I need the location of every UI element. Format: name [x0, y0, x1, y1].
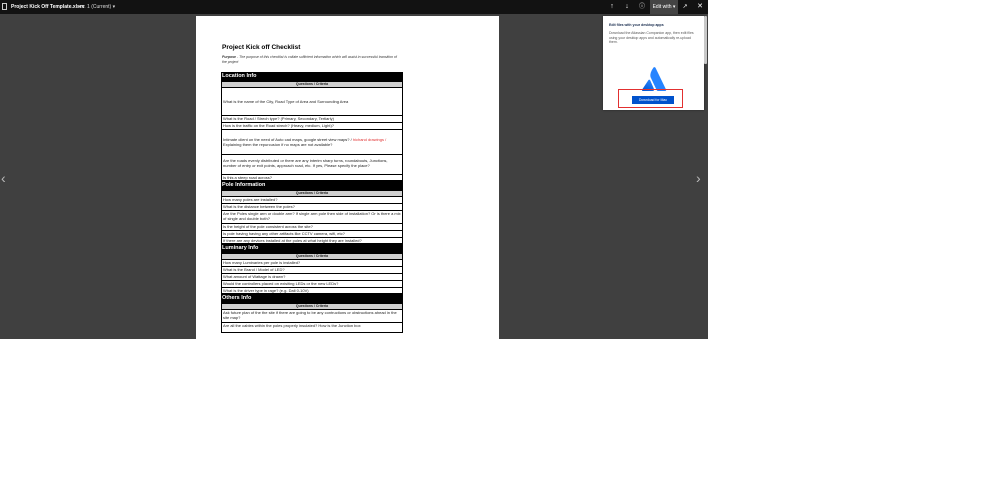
table-row: What amount of Wattage is drawn?: [221, 274, 403, 281]
viewer-toolbar: Project Kick Off Template.xlsm • v. 1 (C…: [0, 0, 708, 14]
document-purpose: Purpose - The purpose of this checklist …: [222, 55, 402, 64]
purpose-text: - The purpose of this checklist is colla…: [222, 55, 397, 64]
row-text-red: hichand drawings /: [352, 137, 387, 142]
document-page: Project Kick off Checklist Purpose - The…: [196, 16, 499, 339]
section-header-luminary: Luminary Info: [221, 244, 403, 253]
popup-heading: Edit files with your desktop apps: [609, 23, 664, 27]
column-header: Questions / Criteria: [221, 81, 403, 88]
checklist-sheet: Location Info Questions / Criteria What …: [221, 72, 403, 333]
table-row: How many poles are installed?: [221, 197, 403, 204]
table-row: Are all the cables within the poles prop…: [221, 323, 403, 333]
close-icon[interactable]: ✕: [695, 2, 705, 12]
table-row: Would the controllers placed on exisitin…: [221, 281, 403, 288]
open-external-icon[interactable]: ↗: [680, 2, 690, 12]
popup-body: Download the Atlassian Companion app, th…: [609, 31, 694, 44]
document-title: Project Kick off Checklist: [222, 44, 301, 51]
column-header: Questions / Criteria: [221, 303, 403, 310]
table-row: What is the name of the City, Road Type …: [221, 88, 403, 116]
table-row: Ask future plan of the the site if there…: [221, 310, 403, 323]
section-header-others: Others Info: [221, 294, 403, 303]
column-header: Questions / Criteria: [221, 190, 403, 197]
chevron-left-icon[interactable]: ‹: [1, 170, 6, 186]
section-header-location: Location Info: [221, 72, 403, 81]
file-icon: [2, 3, 7, 10]
table-row: Are the Poles single arm or double arm? …: [221, 211, 403, 224]
file-title: Project Kick Off Template.xlsm: [11, 4, 85, 10]
table-row: What is the distance between the poles?: [221, 204, 403, 211]
version-dropdown[interactable]: • v. 1 (Current) ▾: [79, 4, 115, 10]
table-row: Is pole having having any other artifact…: [221, 231, 403, 238]
table-row: Intimate client on the need of Auto cad …: [221, 130, 403, 155]
purpose-label: Purpose: [222, 55, 237, 59]
download-icon[interactable]: ↓: [622, 2, 632, 12]
edit-with-button[interactable]: Edit with ▾: [650, 0, 678, 14]
table-row: How is the traffic on the Road strech? (…: [221, 123, 403, 130]
table-row: What is the Brand / Model of LED?: [221, 267, 403, 274]
annotation-highlight-box: [618, 89, 683, 108]
section-header-pole: Pole Information: [221, 181, 403, 190]
table-row: Is the height of the pole consistent acr…: [221, 224, 403, 231]
column-header: Questions / Criteria: [221, 253, 403, 260]
popup-scrollbar[interactable]: [704, 16, 707, 64]
info-icon[interactable]: ⓘ: [637, 2, 647, 12]
row-text-rest: Explaining them the repurcusion if no ma…: [223, 142, 333, 147]
upload-icon[interactable]: ↑: [607, 2, 617, 12]
chevron-right-icon[interactable]: ›: [696, 170, 701, 186]
table-row: How many Luminaries per pole is installe…: [221, 260, 403, 267]
table-row: Are the roads evenly distributed or ther…: [221, 155, 403, 175]
table-row: What is the Road / Strech type? (Primary…: [221, 116, 403, 123]
